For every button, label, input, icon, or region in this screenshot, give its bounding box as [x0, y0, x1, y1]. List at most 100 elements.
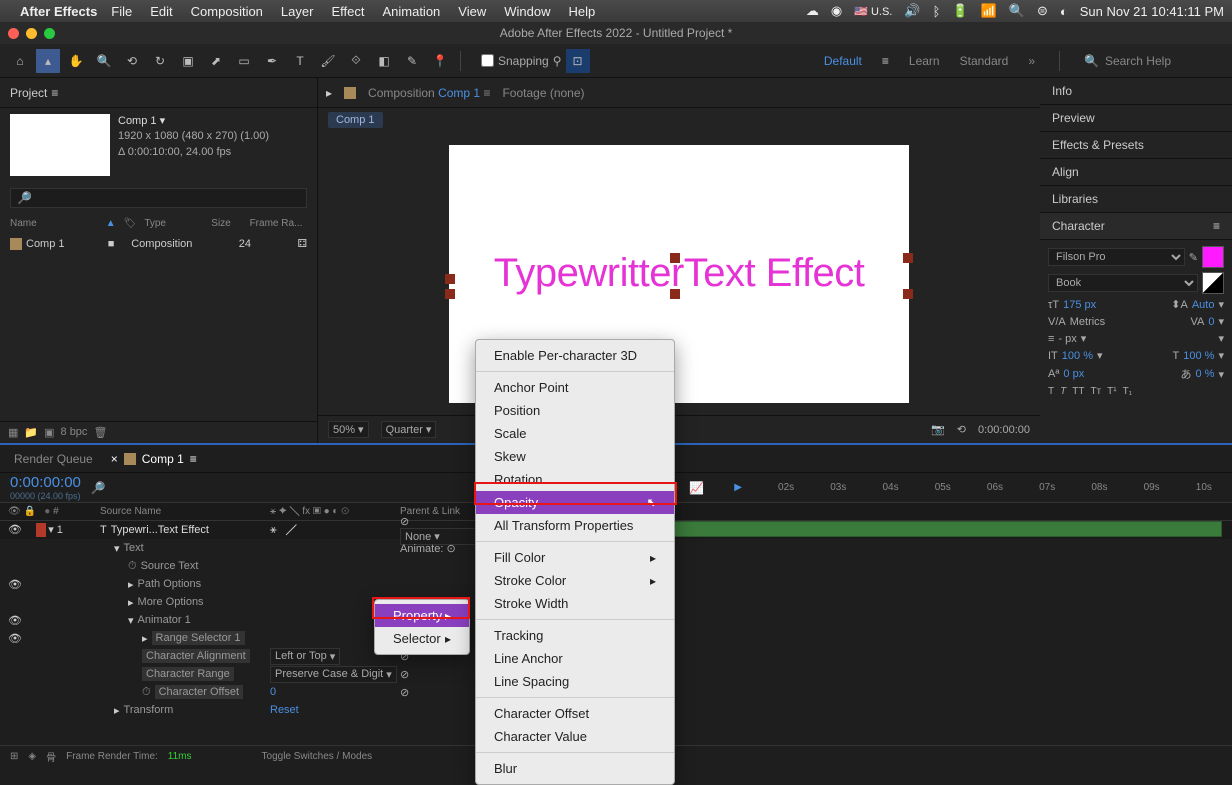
stroke-color-swatch[interactable]: [1202, 272, 1224, 294]
menu-item-character-value[interactable]: Character Value: [476, 725, 674, 748]
col-frame[interactable]: Frame Ra...: [250, 218, 307, 229]
composition-tab-name[interactable]: Comp 1: [438, 86, 480, 100]
eraser-tool[interactable]: ◧: [372, 49, 396, 73]
project-file-row[interactable]: Comp 1 ■ Composition 24 ⚃: [0, 233, 317, 254]
trash-icon[interactable]: 🗑: [93, 426, 107, 439]
new-comp-icon[interactable]: ▣: [44, 426, 54, 439]
menu-item-blur[interactable]: Blur: [476, 757, 674, 780]
menu-edit[interactable]: Edit: [150, 4, 172, 19]
folder-icon[interactable]: 📁: [24, 426, 38, 439]
menu-item-anchor-point[interactable]: Anchor Point: [476, 376, 674, 399]
current-time[interactable]: 0:00:00:00: [10, 474, 81, 491]
fill-color-swatch[interactable]: [1202, 246, 1224, 268]
menu-view[interactable]: View: [458, 4, 486, 19]
tl-footer-icon[interactable]: ◈: [28, 751, 36, 762]
quality-dropdown[interactable]: Quarter ▾: [381, 421, 437, 438]
menu-item-line-spacing[interactable]: Line Spacing: [476, 670, 674, 693]
wifi-icon[interactable]: 📶: [981, 3, 997, 19]
menu-item-stroke-color[interactable]: Stroke Color▸: [476, 569, 674, 592]
col-type[interactable]: Type: [144, 218, 211, 229]
rotate-tool[interactable]: ↻: [148, 49, 172, 73]
timeline-comp-tab[interactable]: × Comp 1 ≡: [111, 452, 197, 466]
tl-footer-icon[interactable]: ⊞: [10, 751, 18, 762]
col-name[interactable]: Name: [10, 218, 106, 229]
menu-item-tracking[interactable]: Tracking: [476, 624, 674, 647]
workspace-default[interactable]: Default: [824, 54, 862, 68]
menu-file[interactable]: File: [111, 4, 132, 19]
viewer-subtab[interactable]: Comp 1: [328, 112, 383, 128]
hand-tool[interactable]: ✋: [64, 49, 88, 73]
col-size[interactable]: Size: [211, 218, 249, 229]
type-tool[interactable]: T: [288, 49, 312, 73]
effects-presets-panel-header[interactable]: Effects & Presets: [1040, 132, 1232, 159]
tsume-value[interactable]: 0 %: [1196, 368, 1215, 380]
workspace-learn[interactable]: Learn: [909, 54, 940, 68]
libraries-panel-header[interactable]: Libraries: [1040, 186, 1232, 213]
tl-footer-icon[interactable]: 骨: [46, 749, 56, 764]
menu-help[interactable]: Help: [568, 4, 595, 19]
selection-handle[interactable]: [445, 274, 455, 284]
puppet-tool[interactable]: 📍: [428, 49, 452, 73]
snapping-checkbox[interactable]: [481, 54, 494, 67]
smallcaps-button[interactable]: Tᴛ: [1090, 386, 1101, 397]
toggle-switches-modes[interactable]: Toggle Switches / Modes: [262, 751, 373, 762]
subscript-button[interactable]: T₁: [1123, 386, 1132, 397]
orbit-tool[interactable]: ⟲: [120, 49, 144, 73]
char-offset-value[interactable]: 0: [270, 686, 276, 698]
stopwatch-icon[interactable]: ⏱: [128, 560, 137, 573]
tracking-value[interactable]: 0: [1208, 316, 1214, 328]
bpc-label[interactable]: 8 bpc: [61, 426, 88, 439]
menu-item-stroke-width[interactable]: Stroke Width: [476, 592, 674, 615]
cc-icon[interactable]: ◉: [831, 3, 842, 19]
flowchart-icon[interactable]: ⚃: [297, 237, 307, 250]
cloud-icon[interactable]: ☁︎: [806, 3, 819, 19]
app-name[interactable]: After Effects: [20, 4, 97, 19]
window-minimize-button[interactable]: [26, 28, 37, 39]
composition-tab-prefix[interactable]: Composition: [368, 86, 435, 100]
reset-link[interactable]: Reset: [270, 704, 299, 716]
selection-handle[interactable]: [670, 289, 680, 299]
menu-animation[interactable]: Animation: [382, 4, 440, 19]
menu-composition[interactable]: Composition: [191, 4, 263, 19]
label-icon[interactable]: 🏷: [124, 218, 137, 229]
clone-tool[interactable]: ⟐: [344, 49, 368, 73]
vscale-value[interactable]: 100 %: [1062, 350, 1093, 362]
bold-button[interactable]: T: [1048, 386, 1054, 397]
superscript-button[interactable]: T¹: [1107, 386, 1116, 397]
time-ruler[interactable]: ▶ 02s 03s 04s 05s 06s 07s 08s 09s 10s: [734, 473, 1222, 502]
preview-panel-header[interactable]: Preview: [1040, 105, 1232, 132]
project-comp-item[interactable]: Comp 1 ▾ 1920 x 1080 (480 x 270) (1.00) …: [0, 108, 317, 182]
snap-options-icon[interactable]: ⚲: [553, 54, 562, 68]
menu-item-character-offset[interactable]: Character Offset: [476, 702, 674, 725]
camera-tool[interactable]: ▣: [176, 49, 200, 73]
menu-layer[interactable]: Layer: [281, 4, 314, 19]
source-name-col[interactable]: Source Name: [100, 506, 270, 517]
snap-extra-icon[interactable]: ⊡: [566, 49, 590, 73]
project-search[interactable]: 🔎: [10, 188, 307, 208]
info-panel-header[interactable]: Info: [1040, 78, 1232, 105]
selection-handle[interactable]: [670, 253, 680, 263]
volume-icon[interactable]: 🔊: [904, 3, 920, 19]
menu-item-line-anchor[interactable]: Line Anchor: [476, 647, 674, 670]
menu-item-per-char-3d[interactable]: Enable Per-character 3D: [476, 344, 674, 367]
show-snapshot-icon[interactable]: ⟲: [957, 423, 966, 436]
menu-item-fill-color[interactable]: Fill Color▸: [476, 546, 674, 569]
shape-tool[interactable]: ▭: [232, 49, 256, 73]
menu-item-all-transform[interactable]: All Transform Properties: [476, 514, 674, 537]
bluetooth-icon[interactable]: ᛒ: [933, 4, 941, 19]
allcaps-button[interactable]: TT: [1072, 386, 1084, 397]
snapshot-icon[interactable]: 📷: [931, 423, 945, 436]
menu-window[interactable]: Window: [504, 4, 550, 19]
render-queue-tab[interactable]: Render Queue: [14, 452, 93, 466]
font-weight-dropdown[interactable]: Book: [1048, 274, 1198, 292]
baseline-value[interactable]: 0 px: [1063, 368, 1084, 380]
selection-tool[interactable]: ▴: [36, 49, 60, 73]
char-range-dropdown[interactable]: Preserve Case & Digit ▾: [270, 666, 397, 683]
interpret-icon[interactable]: ▦: [8, 426, 18, 439]
hscale-value[interactable]: 100 %: [1183, 350, 1214, 362]
eyedropper-icon[interactable]: ✎: [1189, 251, 1198, 264]
roto-tool[interactable]: ✎: [400, 49, 424, 73]
project-panel-header[interactable]: Project ≡: [0, 78, 317, 108]
timeline-search[interactable]: 🔎: [91, 481, 106, 495]
footage-tab[interactable]: Footage (none): [502, 86, 584, 100]
